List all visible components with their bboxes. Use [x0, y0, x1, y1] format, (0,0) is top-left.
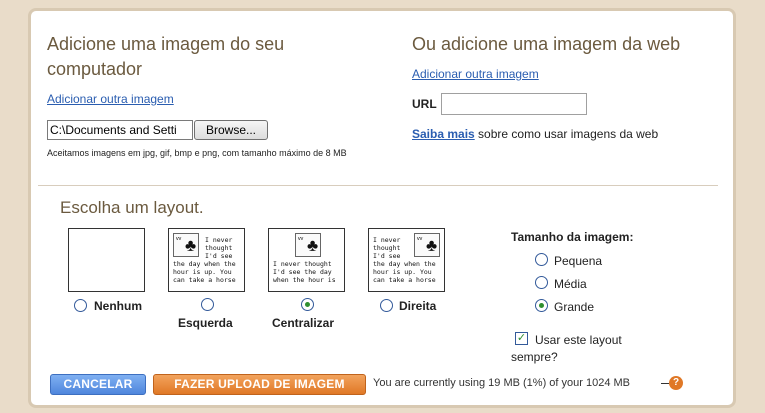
size-label-small: Pequena	[554, 254, 603, 268]
bird-icon: ᵛᵛ	[176, 235, 182, 244]
sample-text-below: the day when the hour is up. You can tak…	[373, 260, 436, 284]
file-types-note: Aceitamos imagens em jpg, gif, bmp e png…	[47, 148, 347, 158]
url-input[interactable]	[441, 93, 587, 115]
preview-image-icon: ᵛᵛ ♣	[295, 233, 321, 257]
sample-text-right: I never thought I'd see	[205, 236, 233, 260]
tree-icon: ♣	[185, 236, 197, 255]
sample-text-left: I never thought I'd see	[373, 236, 401, 260]
learn-more-line: Saiba mais sobre como usar imagens da we…	[412, 127, 658, 141]
layout-radio-none[interactable]	[74, 299, 87, 312]
layout-preview-none[interactable]	[68, 228, 145, 292]
tree-icon: ♣	[426, 236, 438, 255]
size-radio-medium[interactable]	[535, 276, 548, 289]
size-radio-small[interactable]	[535, 253, 548, 266]
layout-radio-right[interactable]	[380, 299, 393, 312]
web-section-title: Ou adicione uma imagem da web	[412, 34, 681, 54]
url-label: URL	[412, 97, 437, 111]
always-use-layout-label-line2: sempre?	[511, 350, 558, 364]
file-path-input[interactable]: C:\Documents and Setti	[47, 120, 193, 140]
always-use-layout-checkbox[interactable]: ✓	[515, 332, 528, 345]
learn-more-text: sobre como usar imagens da web	[478, 127, 659, 141]
layout-radio-center[interactable]	[301, 298, 314, 311]
layout-preview-center[interactable]: ᵛᵛ ♣ I never thought I'd see the day whe…	[268, 228, 345, 292]
computer-section-title: Adicione uma imagem do seu computador	[47, 34, 285, 79]
preview-image-icon: ᵛᵛ ♣	[173, 233, 199, 257]
add-another-image-web-link[interactable]: Adicionar outra imagem	[412, 67, 539, 81]
size-label-large: Grande	[554, 300, 595, 314]
add-another-image-computer-link[interactable]: Adicionar outra imagem	[47, 92, 174, 106]
always-use-layout-label-line1: Usar este layout	[535, 333, 622, 347]
bird-icon: ᵛᵛ	[417, 235, 423, 244]
section-divider	[38, 185, 718, 186]
help-icon[interactable]: ?	[669, 376, 683, 390]
learn-more-link[interactable]: Saiba mais	[412, 127, 475, 141]
size-radio-large[interactable]	[535, 299, 548, 312]
size-label-medium: Média	[554, 277, 587, 291]
preview-image-icon: ᵛᵛ ♣	[414, 233, 440, 257]
layout-preview-left[interactable]: ᵛᵛ ♣ I never thought I'd see the day whe…	[168, 228, 245, 292]
layout-label-none: Nenhum	[94, 299, 142, 313]
sample-text-below: I never thought I'd see the day when the…	[273, 260, 336, 284]
layout-label-left: Esquerda	[178, 316, 233, 330]
layout-preview-right[interactable]: ᵛᵛ ♣ I never thought I'd see the day whe…	[368, 228, 445, 292]
sample-text-below: the day when the hour is up. You can tak…	[173, 260, 236, 284]
layout-label-right: Direita	[399, 299, 437, 313]
layout-label-center: Centralizar	[272, 316, 335, 330]
storage-quota-text: You are currently using 19 MB (1%) of yo…	[373, 377, 631, 389]
browse-button[interactable]: Browse...	[194, 120, 268, 140]
layout-radio-left[interactable]	[201, 298, 214, 311]
cancel-button[interactable]: CANCELAR	[50, 374, 146, 395]
help-connector	[661, 383, 669, 384]
tree-icon: ♣	[307, 236, 319, 255]
layout-section-title: Escolha um layout.	[60, 198, 204, 217]
bird-icon: ᵛᵛ	[298, 235, 304, 244]
image-size-title: Tamanho da imagem:	[511, 230, 634, 244]
upload-image-button[interactable]: FAZER UPLOAD DE IMAGEM	[153, 374, 366, 395]
